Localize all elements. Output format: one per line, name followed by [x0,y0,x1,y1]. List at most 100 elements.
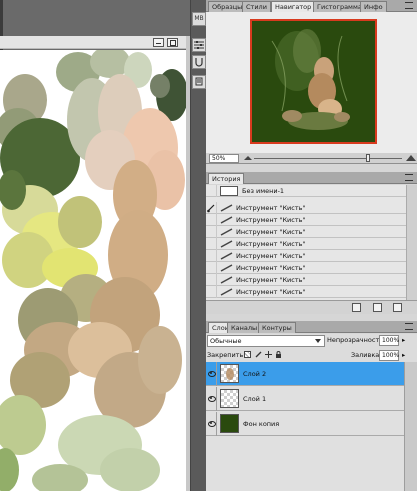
snapshot-thumbnail [220,186,238,196]
mini-bridge-button[interactable]: MB [192,12,206,26]
fill-input[interactable]: 100% [379,350,399,361]
history-item-label: Инструмент "Кисть" [236,276,306,284]
history-item[interactable]: Инструмент "Кисть" [206,262,406,274]
history-tab-row: История [206,172,417,184]
lock-all-icon[interactable] [275,351,282,358]
navigator-preview[interactable] [250,19,377,144]
adjustments-icon[interactable] [192,38,206,52]
tab-styles[interactable]: Стили [242,1,271,12]
brush-icon [220,204,234,212]
zoom-slider-handle[interactable] [366,154,370,162]
lock-position-icon[interactable] [265,351,272,358]
painting-canvas[interactable] [0,50,186,491]
lock-transparency-icon[interactable] [244,351,251,358]
brush-icon [220,216,234,224]
minimize-icon[interactable] [153,38,164,47]
history-item[interactable]: Инструмент "Кисть" [206,250,406,262]
brush-icon [220,264,234,272]
history-source-checkbox[interactable] [206,214,217,226]
tab-paths[interactable]: Контуры [258,322,296,333]
zoom-in-icon[interactable] [406,155,416,161]
document-window [0,0,190,491]
history-item[interactable]: Инструмент "Кисть" [206,286,406,298]
eye-icon[interactable] [206,412,217,436]
brush-icon [220,276,234,284]
layer-row[interactable]: Фон копия [206,412,404,436]
history-item-label: Инструмент "Кисть" [236,204,306,212]
history-item[interactable]: Инструмент "Кисть" [206,202,406,214]
paragraph-icon[interactable] [192,75,206,89]
history-item-label: Инструмент "Кисть" [236,288,306,296]
history-source-checkbox[interactable] [206,250,217,262]
layers-menu-icon[interactable] [405,323,413,330]
zoom-slider[interactable] [254,154,402,162]
history-item[interactable]: Инструмент "Кисть" [206,214,406,226]
brush-strokes [0,50,186,491]
tab-swatches[interactable]: Образцы [208,1,247,12]
navigator-zoom-bar: 50% [206,153,417,164]
layer-thumbnail [220,414,239,433]
history-source-checkbox[interactable] [206,274,217,286]
brush-icon [220,228,234,236]
tab-histogram[interactable]: Гистограмма [313,1,366,12]
history-item-label: Инструмент "Кисть" [236,228,306,236]
brush-icon [220,240,234,248]
eye-icon[interactable] [206,362,217,386]
history-snapshot[interactable]: Без имени-1 [206,185,406,197]
layers-scrollbar[interactable] [404,362,417,491]
layers-tab-row: Слои Каналы Контуры [206,321,417,333]
blend-mode-select[interactable]: Обычные [207,335,325,347]
zoom-level-input[interactable]: 50% [209,154,239,163]
history-scrollbar[interactable] [406,185,417,300]
brush-icon [220,288,234,296]
history-menu-icon[interactable] [405,174,413,181]
tab-navigator[interactable]: Навигатор [271,1,316,12]
history-item[interactable]: Инструмент "Кисть" [206,226,406,238]
navigator-tab-row: Образцы Стили Навигатор Гистограмма Инфо [206,0,417,12]
history-item-label: Инструмент "Кисть" [236,216,306,224]
history-source-checkbox[interactable] [206,202,217,214]
history-source-checkbox[interactable] [206,238,217,250]
brush-icon [220,252,234,260]
snapshot-label: Без имени-1 [242,187,285,195]
navigator-menu-icon[interactable] [405,2,413,9]
tab-channels[interactable]: Каналы [227,322,262,333]
history-source-checkbox[interactable] [206,185,217,197]
layer-name: Слой 2 [243,370,267,378]
fairy-thumbnail [252,21,375,142]
new-document-from-state-icon[interactable] [352,303,361,312]
lock-pixels-icon[interactable] [255,351,262,358]
history-source-checkbox[interactable] [206,226,217,238]
history-source-checkbox[interactable] [206,286,217,298]
opacity-input[interactable]: 100% [379,335,399,346]
layer-thumbnail [220,364,239,383]
lock-label: Закрепить: [207,351,246,359]
collapsed-panel-strip: MB [190,0,206,491]
fill-label: Заливка: [351,351,382,359]
camera-snapshot-icon[interactable] [373,303,382,312]
zoom-out-icon[interactable] [244,156,252,160]
layer-thumbnail [220,389,239,408]
eye-icon[interactable] [206,387,217,411]
panel-dock: Образцы Стили Навигатор Гистограмма Инфо… [206,0,417,491]
history-item[interactable]: Инструмент "Кисть" [206,238,406,250]
history-item-label: Инструмент "Кисть" [236,264,306,272]
layer-row[interactable]: Слой 2 [206,362,404,386]
tab-history[interactable]: История [208,173,245,184]
layers-list: Слой 2 Слой 1 Фон копия [206,362,417,491]
opacity-label: Непрозрачность: [327,336,386,344]
tab-info[interactable]: Инфо [360,1,387,12]
fill-dropdown-icon[interactable]: ▸ [402,351,405,359]
maximize-icon[interactable] [167,38,178,47]
history-item-label: Инструмент "Кисть" [236,240,306,248]
history-item[interactable]: Инструмент "Кисть" [206,274,406,286]
history-source-checkbox[interactable] [206,262,217,274]
document-titlebar[interactable] [0,36,186,49]
trash-icon[interactable] [393,303,402,312]
navigator-panel [206,12,417,153]
history-item-label: Инструмент "Кисть" [236,252,306,260]
layer-row[interactable]: Слой 1 [206,387,404,411]
opacity-dropdown-icon[interactable]: ▸ [402,336,405,344]
puppet-icon[interactable] [192,55,206,69]
layer-name: Фон копия [243,420,280,428]
